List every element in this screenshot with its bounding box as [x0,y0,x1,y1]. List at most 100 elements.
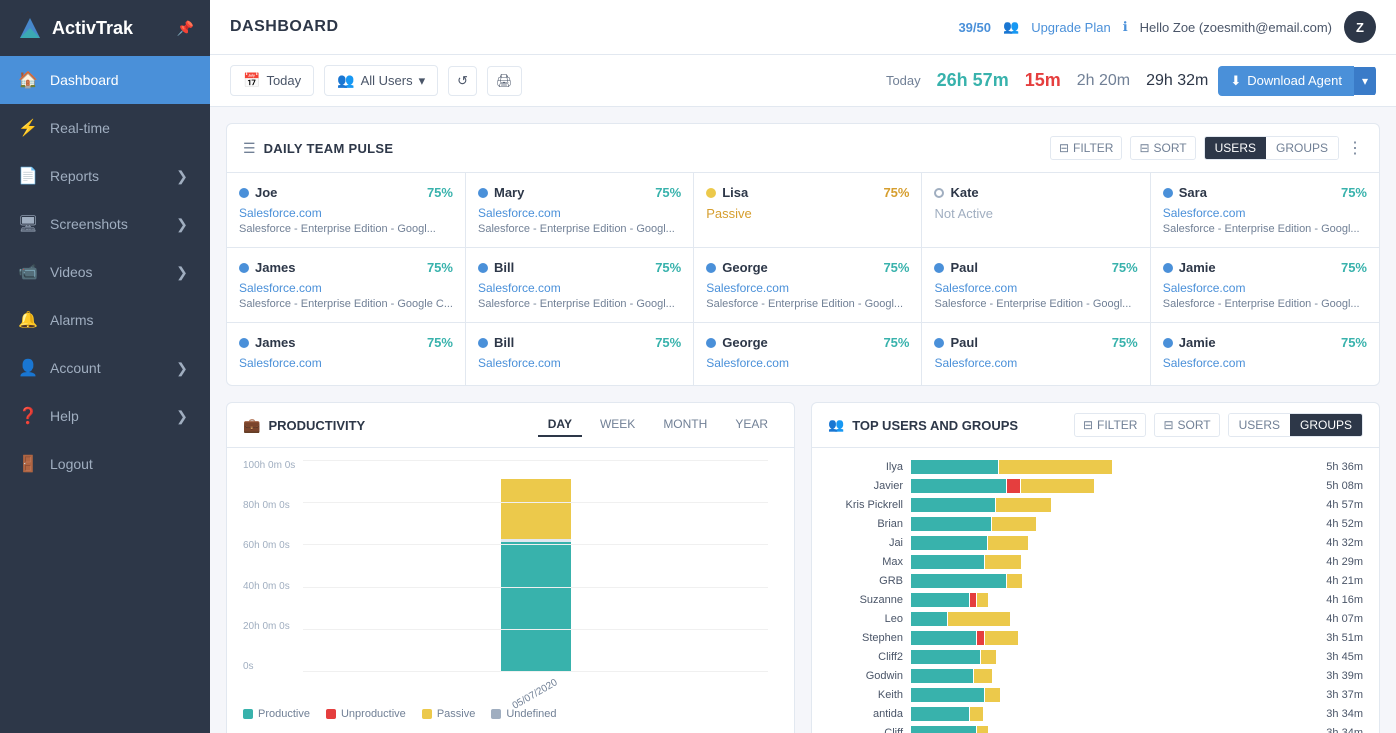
sidebar-item-dashboard[interactable]: 🏠 Dashboard [0,56,210,104]
avatar[interactable]: Z [1344,11,1376,43]
user-dot [706,188,716,198]
top-users-sort-button[interactable]: ⊟ SORT [1154,413,1219,437]
top-filter-label: FILTER [1097,418,1137,432]
sidebar-label-videos: Videos [50,264,160,280]
sidebar-item-reports[interactable]: 📄 Reports ❯ [0,152,210,200]
tab-year[interactable]: YEAR [725,413,778,437]
info-icon: ℹ [1123,19,1128,35]
user-card-header: Paul 75% [934,335,1137,350]
productivity-title: PRODUCTIVITY [268,418,365,433]
sidebar-item-account[interactable]: 👤 Account ❯ [0,344,210,392]
top-users-actions: ⊟ FILTER ⊟ SORT USERS GROUPS [1074,413,1363,437]
top-user-time: 4h 16m [1323,594,1363,606]
top-user-name: Ilya [828,461,903,473]
top-users-filter-button[interactable]: ⊟ FILTER [1074,413,1147,437]
top-user-bars [911,669,1319,683]
sidebar-item-help[interactable]: ❓ Help ❯ [0,392,210,440]
user-dot [706,338,716,348]
y-label-40: 40h 0m 0s [243,581,301,592]
top-users-panel: 👥 TOP USERS AND GROUPS ⊟ FILTER ⊟ SORT U… [811,402,1380,733]
user-dot [1163,338,1173,348]
unprod-bar [977,631,984,645]
top-user-name: Kris Pickrell [828,499,903,511]
top-users-btn[interactable]: USERS [1229,414,1290,436]
print-icon: 🖨 [496,73,513,89]
user-app-link[interactable]: Salesforce.com [478,356,681,370]
download-agent-button[interactable]: ⬇ Download Agent ▾ [1218,66,1376,96]
sidebar-label-account: Account [50,360,160,376]
prod-bar [911,707,969,721]
passive-bar [985,555,1021,569]
user-app-link[interactable]: Salesforce.com [1163,206,1367,220]
users-filter-button[interactable]: 👥 All Users ▾ [324,65,438,96]
top-user-time: 3h 39m [1323,670,1363,682]
pin-icon[interactable]: 📌 [177,20,194,37]
user-app-sub: Salesforce - Enterprise Edition - Googl.… [239,223,453,235]
logo-text: ActivTrak [52,18,133,39]
pulse-title: DAILY TEAM PULSE [264,141,394,156]
grid-line-2 [303,502,768,503]
user-app-link[interactable]: Salesforce.com [1163,281,1367,295]
print-button[interactable]: 🖨 [487,66,522,96]
user-pct: 75% [1112,260,1138,275]
top-groups-btn[interactable]: GROUPS [1290,414,1362,436]
sort-icon-2: ⊟ [1163,418,1173,432]
date-picker-button[interactable]: 📅 Today [230,65,314,96]
refresh-button[interactable]: ↺ [448,66,477,96]
user-app-link[interactable]: Salesforce.com [239,356,453,370]
x-label: 05/07/2020 [511,677,560,712]
grid-line-6 [303,671,768,672]
user-pct: 75% [1341,260,1367,275]
date-label: Today [266,73,301,88]
download-dropdown-arrow[interactable]: ▾ [1354,67,1376,95]
sidebar: ActivTrak 📌 🏠 Dashboard ⚡ Real-time 📄 Re… [0,0,210,733]
pulse-header: ☰ DAILY TEAM PULSE ⊟ FILTER ⊟ SORT USERS… [227,124,1379,173]
user-app-link[interactable]: Salesforce.com [478,281,681,295]
user-app-sub: Salesforce - Enterprise Edition - Googl.… [1163,298,1367,310]
pulse-bars-icon: ☰ [243,140,256,157]
top-user-bars [911,555,1319,569]
pulse-actions: ⊟ FILTER ⊟ SORT USERS GROUPS ⋮ [1050,136,1363,160]
sidebar-item-realtime[interactable]: ⚡ Real-time [0,104,210,152]
top-user-name: antida [828,708,903,720]
header: DASHBOARD 39/50 👥 Upgrade Plan ℹ Hello Z… [210,0,1396,55]
grid-line-3 [303,544,768,545]
user-app-link[interactable]: Salesforce.com [934,281,1137,295]
top-sort-label: SORT [1178,418,1211,432]
user-app-link[interactable]: Salesforce.com [934,356,1137,370]
user-app-link[interactable]: Salesforce.com [239,281,453,295]
user-pct: 75% [427,260,453,275]
screenshots-icon: 🖥 [16,212,40,236]
groups-view-btn[interactable]: GROUPS [1266,137,1338,159]
prod-bar [911,688,984,702]
pulse-sort-button[interactable]: ⊟ SORT [1130,136,1195,160]
sidebar-item-screenshots[interactable]: 🖥 Screenshots ❯ [0,200,210,248]
videos-icon: 📹 [16,260,40,284]
user-app-link[interactable]: Salesforce.com [706,356,909,370]
user-app-link[interactable]: Salesforce.com [706,281,909,295]
user-app-link[interactable]: Salesforce.com [239,206,453,220]
user-app-link[interactable]: Salesforce.com [1163,356,1367,370]
productivity-panel: 💼 PRODUCTIVITY DAY WEEK MONTH YEAR 100h … [226,402,795,733]
prod-bar [911,650,980,664]
more-options-icon[interactable]: ⋮ [1347,138,1363,158]
user-app-link[interactable]: Salesforce.com [478,206,681,220]
tab-month[interactable]: MONTH [653,413,717,437]
users-view-btn[interactable]: USERS [1205,137,1266,159]
user-app-sub: Salesforce - Enterprise Edition - Googl.… [478,223,681,235]
upgrade-plan-link[interactable]: Upgrade Plan [1031,20,1111,35]
passive-bar [988,536,1028,550]
sidebar-item-videos[interactable]: 📹 Videos ❯ [0,248,210,296]
pulse-filter-button[interactable]: ⊟ FILTER [1050,136,1123,160]
top-user-time: 3h 34m [1323,727,1363,733]
today-label: Today [886,73,921,88]
tab-week[interactable]: WEEK [590,413,645,437]
top-user-name: Javier [828,480,903,492]
user-card-header: James 75% [239,335,453,350]
sidebar-item-logout[interactable]: 🚪 Logout [0,440,210,488]
legend-passive: Passive [422,708,476,720]
sidebar-item-alarms[interactable]: 🔔 Alarms [0,296,210,344]
home-icon: 🏠 [16,68,40,92]
tab-day[interactable]: DAY [538,413,582,437]
top-user-row: Cliff2 3h 45m [828,650,1363,664]
